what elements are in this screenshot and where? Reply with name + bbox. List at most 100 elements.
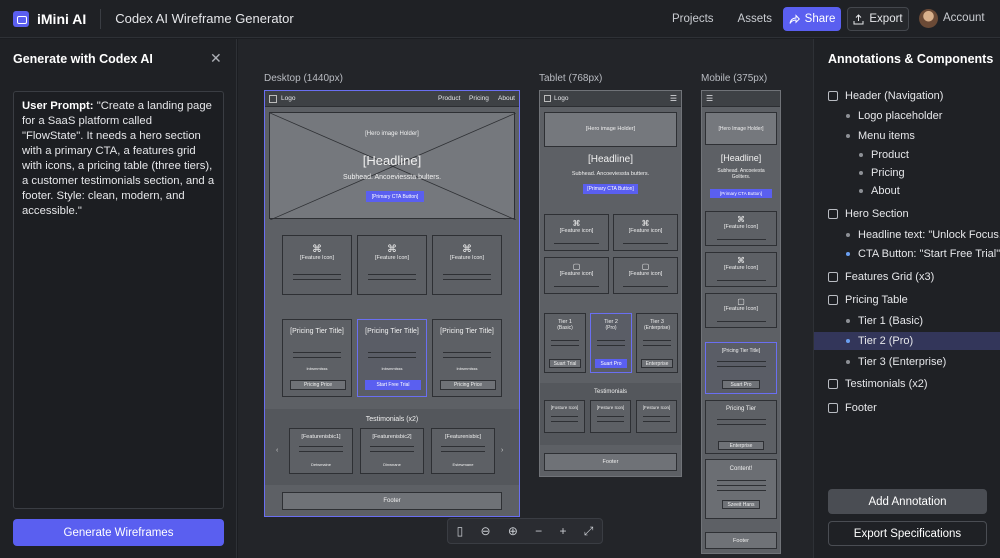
panel-toggle-icon[interactable]: ▯ [457, 524, 464, 538]
wf-hero-image-label: [Hero image Holder] [585, 126, 636, 132]
app-title: Codex AI Wireframe Generator [115, 11, 294, 26]
annotations-panel: Annotations & Components Header (Navigat… [813, 39, 1000, 558]
wf-tier-card: Tier 3 (Enterprise) Enterprise [636, 313, 678, 373]
mobile-wireframe[interactable]: ☰ [Hero Image Holder] [Headline] Subhead… [701, 90, 781, 554]
bullet-icon [859, 153, 863, 157]
image-icon [269, 94, 277, 103]
tree-item[interactable]: Logo placeholder [814, 107, 1000, 125]
wf-pricing-small: Inbsmmlsss [456, 366, 478, 371]
wf-tier-sub: (Enterprise) [643, 325, 671, 331]
tree-item[interactable]: Hero Section [814, 205, 1000, 223]
wf-content-title: Content! [729, 466, 753, 472]
tree-item[interactable]: CTA Button: "Start Free Trial" [814, 245, 1000, 263]
minus-icon[interactable]: − [535, 524, 542, 538]
share-icon [789, 13, 800, 24]
export-button[interactable]: Export [847, 7, 909, 31]
wf-tier-button: Suart Pro [595, 359, 627, 368]
desktop-frame-label: Desktop (1440px) [264, 73, 343, 84]
wf-feature-card: ⌘ [Feature Icon] [705, 211, 777, 246]
close-icon[interactable]: ✕ [210, 50, 222, 67]
checkbox[interactable] [828, 403, 838, 413]
tree-item[interactable]: Pricing [814, 164, 1000, 182]
tree-item[interactable]: Product [814, 146, 1000, 164]
wf-pricing-card: [Pricing Tier Title] Inbsmmlsss Pricing Pr… [282, 319, 352, 397]
bullet-icon [846, 339, 850, 343]
wf-feature-label: [Feature Icon] [300, 255, 334, 261]
prompt-textarea[interactable]: User Prompt: "Create a landing page for … [13, 91, 224, 509]
wf-pricing-button: Enterprise [718, 441, 764, 450]
bullet-icon [859, 189, 863, 193]
wf-testimonial-label: [Fosture Icon] [550, 405, 579, 410]
wf-pricing-card-featured: [Pricing Tier Title] Suart Pro [705, 342, 777, 394]
checkbox[interactable] [828, 295, 838, 305]
tree-item[interactable]: Menu items [814, 127, 1000, 145]
prompt-text: "Create a landing page for a SaaS platfo… [22, 100, 215, 217]
tree-item[interactable]: Testimonials (x2) [814, 375, 1000, 393]
tree-item[interactable]: Tier 3 (Enterprise) [814, 353, 1000, 371]
tree-item-label: Pricing [871, 167, 905, 179]
tree-item-label: Features Grid (x3) [845, 271, 935, 283]
tablet-frame-label: Tablet (768px) [539, 73, 603, 84]
add-annotation-button[interactable]: Add Annotation [828, 489, 987, 514]
plus-icon[interactable]: + [559, 524, 566, 538]
checkbox[interactable] [828, 272, 838, 282]
wf-testimonial-name: Dinwnane [383, 462, 401, 467]
bullet-icon [846, 319, 850, 323]
wf-feature-label: [Feature icon] [559, 228, 594, 234]
wf-cta-button: [Primary CTA Button] [583, 184, 638, 194]
wf-pricing-button: Suart Pro [722, 380, 760, 389]
share-button[interactable]: Share [783, 7, 841, 31]
avatar[interactable] [919, 9, 938, 28]
wf-pricing-button: Pricing Price [290, 380, 346, 390]
bullet-icon [859, 171, 863, 175]
fit-screen-icon[interactable]: ⤢ [584, 524, 594, 539]
tree-item[interactable]: Tier 2 (Pro) [814, 332, 1000, 350]
generate-wireframes-button[interactable]: Generate Wireframes [13, 519, 224, 546]
checkbox[interactable] [828, 209, 838, 219]
checkbox[interactable] [828, 379, 838, 389]
tree-item[interactable]: Header (Navigation) [814, 87, 1000, 105]
checkbox[interactable] [828, 91, 838, 101]
tree-item-label: Hero Section [845, 208, 909, 220]
zoom-out-icon[interactable]: ⊖ [481, 524, 491, 538]
tree-item-label: Testimonials (x2) [845, 378, 928, 390]
panel-title: Annotations & Components [828, 52, 994, 66]
wf-nav-pricing: Pricing [469, 95, 489, 102]
wf-feature-label: [Feature Icon] [724, 306, 758, 312]
divider [100, 8, 102, 29]
export-specifications-button[interactable]: Export Specifications [828, 521, 987, 546]
bullet-icon [846, 360, 850, 364]
panel-title: Generate with Codex AI [13, 52, 153, 66]
bullet-icon [846, 134, 850, 138]
tree-item[interactable]: Pricing Table [814, 291, 1000, 309]
tree-item[interactable]: Features Grid (x3) [814, 268, 1000, 286]
nav-projects[interactable]: Projects [672, 13, 714, 25]
wf-headline: [Headline] [720, 153, 762, 163]
wf-tier-card-featured: Tier 2 (Pro) Suart Pro [590, 313, 632, 373]
wf-feature-label: [Feature icon] [628, 228, 663, 234]
tablet-wireframe[interactable]: Logo ☰ [Hero image Holder] [Headline] Su… [539, 90, 682, 477]
wireframe-canvas[interactable]: Desktop (1440px) Tablet (768px) Mobile (… [238, 39, 813, 558]
tree-item-label: Tier 2 (Pro) [858, 335, 914, 347]
wf-tier-sub: (Basic) [557, 325, 573, 331]
wf-testimonial-name: Estewmane [452, 462, 474, 467]
wf-cta-button: [Primary CTA Button] [366, 191, 424, 202]
wf-nav-about: About [498, 95, 515, 102]
wf-testimonial-label: [Festure Icon] [596, 405, 625, 410]
zoom-in-icon[interactable]: ⊕ [508, 524, 518, 538]
tree-item[interactable]: Headline text: "Unlock Focus... [814, 226, 1000, 244]
chevron-left-icon: ‹ [276, 447, 279, 454]
mobile-frame-label: Mobile (375px) [701, 73, 768, 84]
wf-feature-label: [Feature icon] [559, 271, 594, 277]
tree-item[interactable]: Tier 1 (Basic) [814, 312, 1000, 330]
nav-assets[interactable]: Assets [738, 13, 773, 25]
wf-content-button: Szeeit Hans [722, 500, 760, 509]
tree-item-label: Footer [845, 402, 877, 414]
tree-item[interactable]: Footer [814, 399, 1000, 417]
wf-testimonial-label: [Featurenisbic1] [301, 434, 341, 440]
account-link[interactable]: Account [943, 12, 985, 24]
wf-testimonial-card: [Featurenisbic2] Dinwnane [360, 428, 424, 474]
wf-feature-label: [Feature icon] [628, 271, 663, 277]
desktop-wireframe[interactable]: Logo Product Pricing About [Hero image H… [264, 90, 520, 517]
tree-item[interactable]: About [814, 182, 1000, 200]
